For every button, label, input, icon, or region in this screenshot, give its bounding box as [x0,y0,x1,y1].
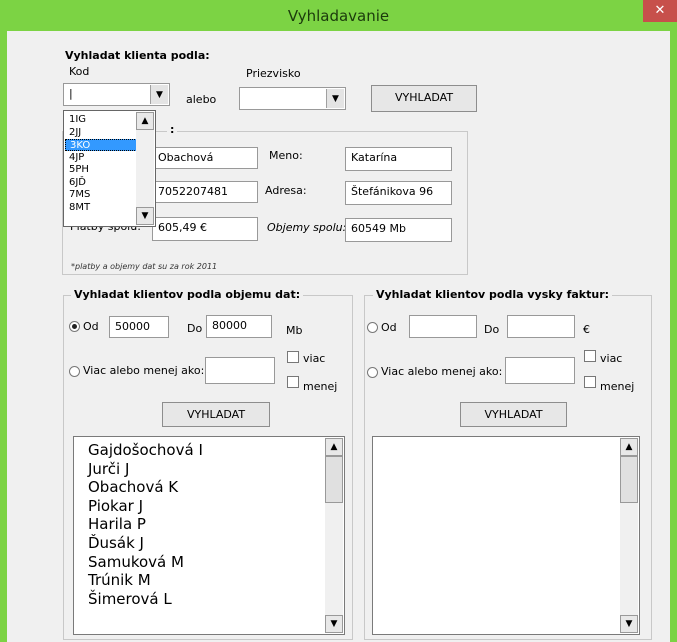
client-details-title: : [167,123,178,136]
list-item[interactable]: Obachová K [74,478,344,497]
invoice-results-list[interactable]: ▲ ▼ [372,436,640,635]
data-do-label: Do [187,322,203,335]
alebo-label: alebo [186,93,217,106]
scroll-down-icon[interactable]: ▼ [136,207,154,225]
invoice-viac-menej-field[interactable] [505,357,575,384]
dropdown-option[interactable]: 3KO [65,139,137,151]
scroll-thumb[interactable] [325,456,343,503]
years-note: *platby a objemy dat su za rok 2011 [71,262,218,271]
kod-label: Kod [69,65,90,78]
invoice-od-field[interactable] [409,315,477,338]
list-item[interactable]: Harila P [74,515,344,534]
objemy-field[interactable]: 60549 Mb [345,218,452,242]
data-results-scrollbar[interactable]: ▲ ▼ [325,438,343,633]
kod-value: | [69,87,73,100]
chevron-down-icon[interactable]: ▼ [326,89,344,108]
data-viac-label: viac [303,352,326,365]
data-viac-menej-radio[interactable] [69,366,80,377]
invoice-unit-label: € [583,323,590,336]
title-bar: Vyhladavanie ✕ [0,0,677,31]
scroll-down-icon[interactable]: ▼ [620,615,638,633]
invoice-heading: Vyhladat klientov podla vysky faktur: [373,288,613,301]
invoice-viac-label: viac [600,352,623,365]
objemy-label: Objemy spolu: [267,221,347,234]
data-search-button[interactable]: VYHLADAT [162,402,270,427]
priezvisko-label: Priezvisko [246,67,301,80]
invoice-viac-checkbox[interactable] [584,350,596,362]
dropdown-option[interactable]: 7MS [65,189,137,201]
close-icon[interactable]: ✕ [643,0,677,22]
kod-combo[interactable]: | ▼ [63,83,170,106]
invoice-od-label: Od [381,321,397,334]
data-od-label: Od [83,320,99,333]
invoice-viac-menej-label: Viac alebo menej ako: [381,365,503,378]
invoice-viac-menej-radio[interactable] [367,367,378,378]
data-viac-menej-label: Viac alebo menej ako: [83,364,205,377]
data-viac-menej-field[interactable] [205,357,275,384]
meno-label: Meno: [269,149,303,162]
data-do-field[interactable]: 80000 [206,315,272,338]
list-item[interactable]: Šimerová L [74,590,344,609]
platby-field[interactable]: 605,49 € [152,217,258,241]
meno-field[interactable]: Katarína [345,147,452,171]
data-menej-label: menej [303,380,338,393]
scroll-thumb[interactable] [620,456,638,503]
window-frame-right [670,31,677,642]
window-frame-left [0,31,7,642]
scroll-up-icon[interactable]: ▲ [136,112,154,130]
list-item[interactable]: Jurči J [74,460,344,479]
adresa-label: Adresa: [265,184,307,197]
window-title: Vyhladavanie [287,7,390,25]
scroll-down-icon[interactable]: ▼ [325,615,343,633]
scroll-up-icon[interactable]: ▲ [325,438,343,456]
list-item[interactable]: Trúnik M [74,571,344,590]
data-viac-checkbox[interactable] [287,351,299,363]
dropdown-option[interactable]: 5PH [65,164,137,176]
invoice-search-button[interactable]: VYHLADAT [460,402,567,427]
data-od-radio[interactable] [69,321,80,332]
data-results-list[interactable]: Gajdošochová I Jurči J Obachová K Piokar JH… [73,436,345,635]
dropdown-option[interactable]: 1IG [65,114,137,126]
invoice-od-radio[interactable] [367,322,378,333]
adresa-field[interactable]: Štefánikova 96 [345,181,452,205]
chevron-down-icon[interactable]: ▼ [150,85,168,104]
data-volume-heading: Vyhladat klientov podla objemu dat: [71,288,304,301]
invoice-menej-checkbox[interactable] [584,376,596,388]
dialog-client-area: Vyhladat klienta podla: Kod | ▼ alebo Pr… [7,31,670,642]
cislo-field[interactable]: 7052207481 [152,181,258,203]
dropdown-scrollbar[interactable]: ▲ ▼ [136,112,154,225]
invoice-do-field[interactable] [507,315,575,338]
list-item[interactable]: Piokar J [74,497,344,516]
client-search-button[interactable]: VYHLADAT [371,85,477,112]
priezvisko-field[interactable]: Obachová [152,147,258,169]
client-search-heading: Vyhladat klienta podla: [65,49,210,62]
dropdown-option[interactable]: 2JJ [65,127,137,139]
invoice-results-scrollbar[interactable]: ▲ ▼ [620,438,638,633]
dropdown-option[interactable]: 4JP [65,152,137,164]
data-menej-checkbox[interactable] [287,376,299,388]
data-unit-label: Mb [286,324,303,337]
dropdown-option[interactable]: 6JĎ [65,177,137,189]
dropdown-option[interactable]: 8MT [65,202,137,214]
invoice-do-label: Do [484,323,500,336]
list-item[interactable]: Ďusák J [74,534,344,553]
invoice-menej-label: menej [600,380,635,393]
scroll-up-icon[interactable]: ▲ [620,438,638,456]
list-item[interactable]: Samuková M [74,553,344,572]
priezvisko-combo[interactable]: ▼ [239,87,346,110]
data-od-field[interactable]: 50000 [109,316,169,338]
list-item[interactable]: Gajdošochová I [74,441,344,460]
kod-dropdown-list[interactable]: 1IG 2JJ 3KO 4JP 5PH 6JĎ 7MS 8MT ▲ ▼ [63,110,156,227]
